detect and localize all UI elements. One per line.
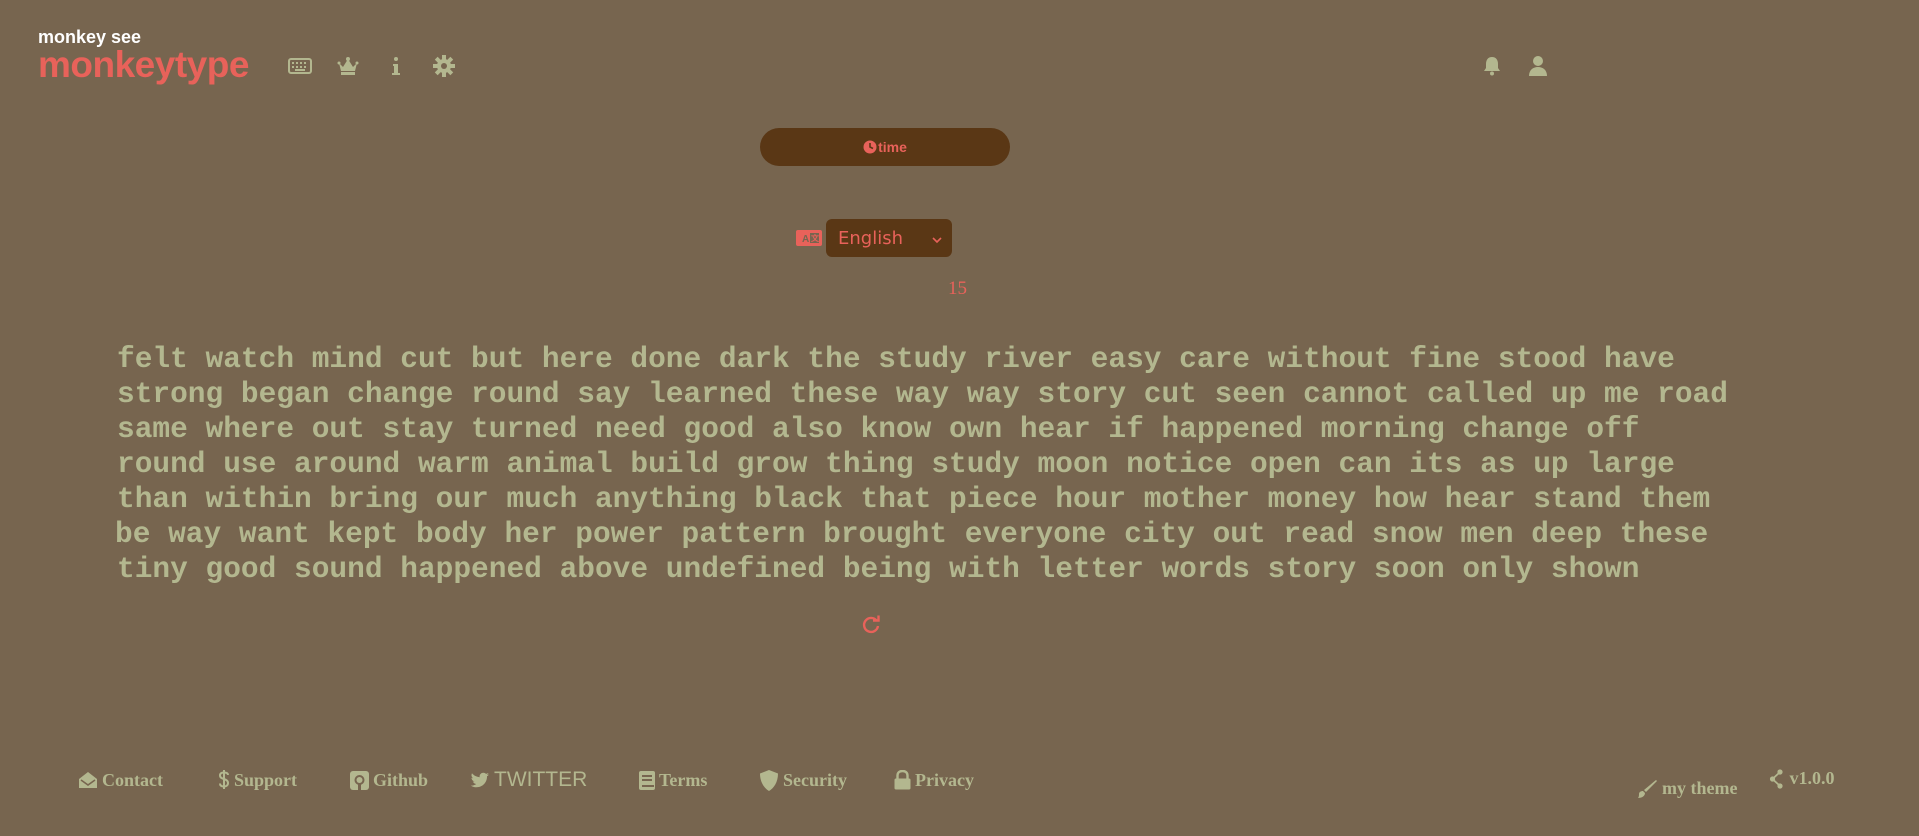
github-icon (350, 770, 369, 790)
footer-links: Contact Support Github TWITTER Terms Sec… (78, 768, 974, 792)
brush-icon (1638, 779, 1657, 798)
dollar-icon (218, 770, 230, 789)
word-line: be way want kept body her power pattern … (115, 517, 1709, 551)
chevron-down-icon (932, 228, 942, 249)
svg-text:文: 文 (811, 233, 820, 243)
theme-button[interactable]: my theme (1636, 778, 1737, 799)
keyboard-icon[interactable] (286, 52, 314, 80)
bell-icon[interactable] (1478, 52, 1506, 80)
timer-display: 15 (948, 278, 967, 299)
account-nav (1478, 52, 1552, 80)
language-select[interactable]: English (826, 219, 952, 257)
footer-link-contact[interactable]: Contact (78, 770, 218, 791)
footer-link-github[interactable]: Github (350, 770, 470, 791)
language-icon: A 文 (796, 229, 822, 247)
footer-link-security[interactable]: Security (759, 769, 894, 791)
crown-icon[interactable] (334, 52, 362, 80)
code-branch-icon (1770, 768, 1784, 789)
word-line: round use around warm animal build grow … (117, 447, 1675, 481)
clock-icon (863, 140, 877, 154)
lock-icon (894, 770, 911, 790)
restart-button[interactable] (859, 613, 883, 637)
word-line: than within bring our much anything blac… (117, 482, 1711, 516)
top-nav (286, 52, 478, 80)
words-area[interactable]: felt watch mind cut but here done dark t… (115, 342, 1837, 587)
version-button[interactable]: v1.0.0 (1769, 768, 1834, 789)
refresh-icon (862, 615, 880, 634)
word-line: strong began change round say learned th… (117, 377, 1728, 411)
brand[interactable]: monkey see monkeytype (38, 28, 249, 83)
language-selected: English (838, 227, 903, 249)
word-line: tiny good sound happened above undefined… (117, 552, 1640, 586)
book-icon (639, 770, 655, 790)
footer-link-twitter[interactable]: TWITTER (470, 768, 639, 792)
gear-icon[interactable] (430, 52, 458, 80)
language-row: A 文 English (796, 219, 952, 257)
twitter-icon (470, 772, 489, 787)
footer-link-terms[interactable]: Terms (639, 770, 759, 791)
footer-link-support[interactable]: Support (218, 770, 350, 791)
info-icon[interactable] (382, 52, 410, 80)
word-line: felt watch mind cut but here done dark t… (117, 342, 1675, 376)
mode-label: time (878, 139, 907, 155)
svg-text:A: A (802, 234, 809, 245)
word-line: same where out stay turned need good als… (117, 412, 1640, 446)
mode-time-button[interactable]: time (760, 128, 1010, 166)
footer-right: my theme v1.0.0 (1636, 768, 1834, 799)
footer-link-privacy[interactable]: Privacy (894, 770, 974, 791)
envelope-icon (79, 772, 97, 788)
user-icon[interactable] (1524, 52, 1552, 80)
logo[interactable]: monkeytype (38, 46, 249, 83)
shield-icon (760, 769, 778, 791)
